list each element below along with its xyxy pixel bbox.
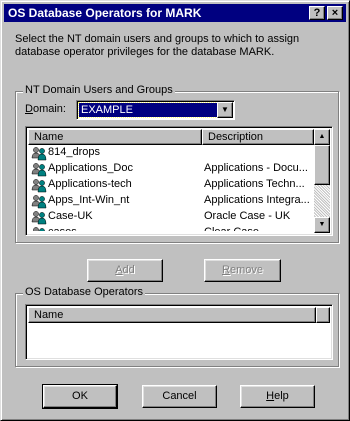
list-item[interactable]: cases Clear Case (28, 225, 315, 231)
user-group-icon (31, 163, 47, 177)
user-group-icon (31, 179, 47, 193)
column-header-name[interactable]: Name (28, 129, 202, 145)
column-header-description[interactable]: Description (202, 129, 314, 145)
user-group-icon (33, 227, 45, 231)
domain-select-value: EXAMPLE (78, 102, 218, 118)
intro-text: Select the NT domain users and groups to… (15, 33, 300, 58)
list-item[interactable]: 814_drops (28, 145, 315, 161)
users-groups-list[interactable]: Name Description 814_drops Applications_D… (25, 126, 333, 236)
user-group-icon (31, 211, 47, 225)
vertical-scrollbar[interactable]: ▲ ▼ (314, 129, 330, 233)
list-item-description: Oracle Case - UK (204, 210, 291, 222)
list-item-name: Applications_Doc (48, 162, 133, 174)
list-item[interactable]: Apps_Int-Win_nt Applications Integra... (28, 193, 315, 209)
list-item-description: Applications - Docu... (204, 162, 308, 174)
os-operators-group-label: OS Database Operators (23, 286, 146, 298)
domain-label: Domain: (25, 103, 66, 115)
os-operators-list[interactable]: Name (25, 304, 333, 360)
os-column-header-name[interactable]: Name (28, 307, 316, 323)
chevron-down-icon[interactable]: ▼ (217, 102, 233, 118)
window-title: OS Database Operators for MARK (8, 6, 202, 20)
list-item[interactable]: Case-UK Oracle Case - UK (28, 209, 315, 225)
os-column-header-spacer (316, 307, 330, 323)
list-item[interactable]: Applications-tech Applications Techn... (28, 177, 315, 193)
list-item[interactable]: Applications_Doc Applications - Docu... (28, 161, 315, 177)
domain-select[interactable]: EXAMPLE ▼ (76, 100, 235, 120)
list-item-description: Applications Techn... (204, 178, 305, 190)
help-title-button[interactable]: ? (309, 6, 325, 20)
list-item-description: Applications Integra... (204, 194, 310, 206)
list-item-name: cases (48, 226, 77, 231)
close-button[interactable]: × (327, 6, 343, 20)
help-button[interactable]: Help (240, 385, 315, 408)
add-button[interactable]: Add (87, 259, 163, 282)
nt-users-group-label: NT Domain Users and Groups (23, 84, 175, 96)
list-item-name: Apps_Int-Win_nt (48, 194, 130, 206)
list-item-name: 814_drops (48, 146, 100, 158)
scroll-thumb[interactable] (314, 145, 330, 185)
scroll-up-icon[interactable]: ▲ (314, 129, 330, 145)
user-group-icon (31, 147, 47, 161)
title-bar[interactable]: OS Database Operators for MARK ? × (4, 4, 346, 22)
cancel-button[interactable]: Cancel (142, 385, 217, 408)
ok-button[interactable]: OK (42, 384, 118, 409)
list-item-name: Case-UK (48, 210, 93, 222)
list-item-description: Clear Case (204, 226, 314, 231)
remove-button[interactable]: Remove (204, 259, 281, 282)
users-groups-rows: 814_drops Applications_Doc Applications - … (28, 145, 315, 231)
dialog-window: OS Database Operators for MARK ? × Selec… (0, 0, 350, 421)
user-group-icon (31, 195, 47, 209)
scroll-down-icon[interactable]: ▼ (314, 217, 330, 233)
list-item-name: Applications-tech (48, 178, 132, 190)
